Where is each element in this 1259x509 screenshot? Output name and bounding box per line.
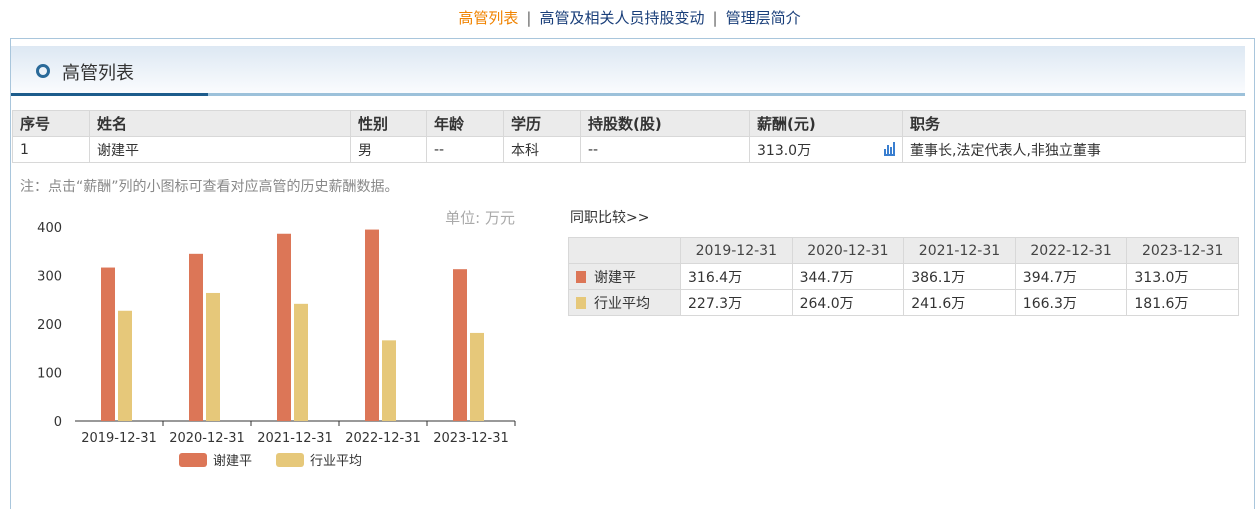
salary-chart: 单位: 万元 0 100 200 300 400 2019-12-31 2020-12-31 2…: [37, 209, 516, 469]
compare-header-row: 2019-12-31 2020-12-31 2021-12-31 2022-12…: [568, 237, 1239, 264]
col-header: 2019-12-31: [680, 237, 793, 264]
col-header: 姓名: [89, 110, 351, 137]
note-text: 注：点击“薪酬”列的小图标可查看对应高管的历史薪酬数据。: [20, 179, 399, 195]
col-header: 序号: [12, 110, 90, 137]
bar-executive: [365, 229, 379, 421]
legend-label: 行业平均: [310, 454, 362, 469]
col-header: 持股数(股): [580, 110, 750, 137]
cell-education: 本科: [503, 136, 581, 163]
unit-label: 单位: 万元: [445, 209, 515, 227]
legend-swatch: [576, 296, 586, 309]
legend-label: 谢建平: [213, 453, 252, 469]
table-header-row: 序号 姓名 性别 年龄 学历 持股数(股) 薪酬(元) 职务: [12, 110, 1246, 137]
table-row: 1 谢建平 男 -- 本科 -- 313.0万 董事长,法定代表人,非独立董事: [12, 136, 1246, 163]
x-tick-label: 2021-12-31: [257, 431, 333, 446]
nav-separator: |: [712, 9, 718, 27]
col-header: 性别: [350, 110, 427, 137]
top-nav: 高管列表 | 高管及相关人员持股变动 | 管理层简介: [0, 7, 1259, 28]
y-tick-label: 200: [37, 318, 62, 333]
cell: 313.0万: [1126, 263, 1239, 290]
cell: 386.1万: [903, 263, 1016, 290]
legend-swatch: [276, 453, 304, 467]
cell-shares: --: [580, 136, 750, 163]
col-header: 2020-12-31: [791, 237, 905, 264]
executive-table: 序号 姓名 性别 年龄 学历 持股数(股) 薪酬(元) 职务 1 谢建平 男 -…: [12, 110, 1246, 163]
row-label: 谢建平: [568, 263, 681, 290]
row-label-text: 谢建平: [594, 269, 636, 286]
bar-executive: [101, 267, 115, 421]
row-label-text: 行业平均: [594, 295, 650, 312]
bar-industry-avg: [382, 340, 396, 421]
col-header: 2023-12-31: [1126, 237, 1239, 264]
bar-industry-avg: [294, 303, 308, 421]
nav-separator: |: [526, 9, 532, 27]
section-title: 高管列表: [62, 63, 134, 84]
cell: 181.6万: [1126, 289, 1239, 316]
nav-executive-list[interactable]: 高管列表: [458, 9, 518, 27]
x-tick-label: 2020-12-31: [169, 431, 245, 446]
x-tick-label: 2019-12-31: [81, 431, 157, 446]
cell: 166.3万: [1014, 289, 1128, 316]
bar-chart-icon[interactable]: [884, 140, 895, 156]
section-underline: [11, 93, 1245, 96]
cell-name: 谢建平: [89, 136, 351, 163]
cell: 227.3万: [680, 289, 793, 316]
cell: 344.7万: [791, 263, 905, 290]
compare-row: 行业平均 227.3万 264.0万 241.6万 166.3万 181.6万: [568, 289, 1239, 316]
cell-age: --: [426, 136, 504, 163]
legend-swatch: [179, 453, 207, 467]
bar-industry-avg: [470, 332, 484, 421]
nav-shareholding-changes[interactable]: 高管及相关人员持股变动: [539, 9, 704, 27]
cell: 264.0万: [791, 289, 905, 316]
y-tick-label: 400: [37, 221, 62, 236]
cell-salary: 313.0万: [749, 136, 903, 163]
legend-swatch: [576, 270, 586, 283]
blank-header: [568, 237, 681, 264]
y-tick-label: 100: [37, 367, 62, 382]
nav-management-intro[interactable]: 管理层简介: [726, 9, 801, 27]
cell: 241.6万: [903, 289, 1016, 316]
y-tick-label: 0: [54, 415, 62, 430]
compare-row: 谢建平 316.4万 344.7万 386.1万 394.7万 313.0万: [568, 263, 1239, 290]
compare-table: 2019-12-31 2020-12-31 2021-12-31 2022-12…: [568, 237, 1239, 316]
bar-executive: [189, 253, 203, 421]
y-tick-label: 300: [37, 270, 62, 285]
col-header: 2021-12-31: [903, 237, 1016, 264]
col-header: 薪酬(元): [749, 110, 903, 137]
cell: 316.4万: [680, 263, 793, 290]
x-tick-label: 2023-12-31: [433, 431, 509, 446]
x-tick-label: 2022-12-31: [345, 431, 421, 446]
bar-industry-avg: [206, 292, 220, 421]
cell-position: 董事长,法定代表人,非独立董事: [902, 136, 1246, 163]
bar-executive: [277, 233, 291, 421]
cell-index: 1: [12, 136, 90, 163]
row-label: 行业平均: [568, 289, 681, 316]
bar-executive: [453, 269, 467, 421]
section-header: 高管列表: [11, 46, 1245, 94]
cell: 394.7万: [1014, 263, 1128, 290]
bar-industry-avg: [118, 310, 132, 421]
col-header: 职务: [902, 110, 1246, 137]
col-header: 2022-12-31: [1014, 237, 1128, 264]
col-header: 年龄: [426, 110, 504, 137]
salary-value: 313.0万: [757, 142, 812, 159]
circle-icon: [36, 64, 50, 78]
col-header: 学历: [503, 110, 581, 137]
cell-gender: 男: [350, 136, 427, 163]
compare-link[interactable]: 同职比较>>: [570, 207, 649, 227]
